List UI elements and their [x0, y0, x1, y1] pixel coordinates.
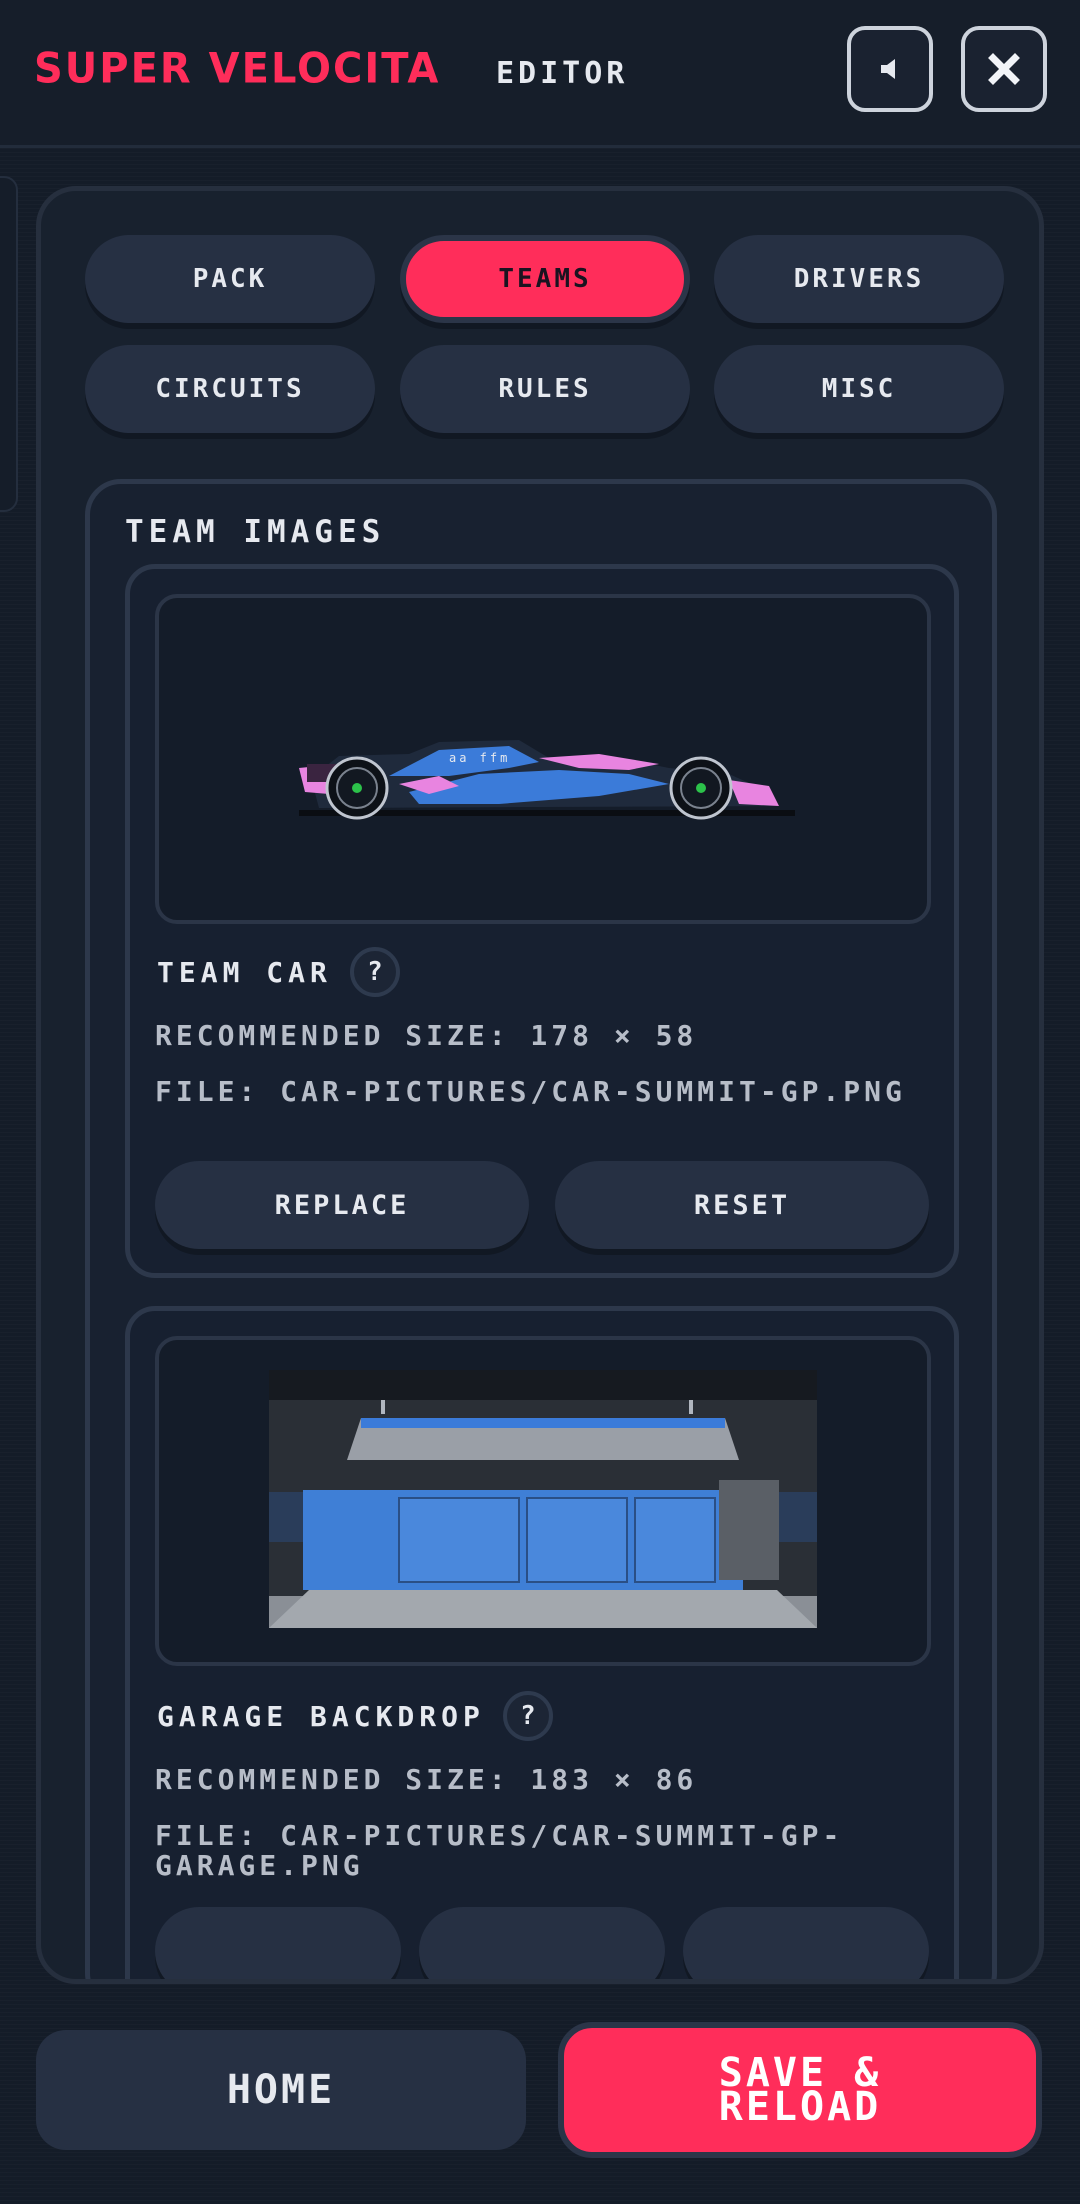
- help-button[interactable]: ?: [349, 947, 400, 997]
- tab-rules[interactable]: RULES: [400, 345, 690, 433]
- speaker-icon: [881, 59, 895, 79]
- tab-circuits[interactable]: CIRCUITS: [85, 345, 375, 433]
- garage-file: FILE: CAR-PICTURES/CAR-SUMMIT-GP-GARAGE.…: [155, 1819, 844, 1882]
- sound-toggle-button[interactable]: [847, 26, 933, 112]
- team-car-title-row: TEAM CAR ?: [157, 947, 400, 997]
- team-car-title: TEAM CAR: [157, 955, 332, 989]
- garage-preview: [155, 1336, 931, 1666]
- close-button[interactable]: [961, 26, 1047, 112]
- garage-title-row: GARAGE BACKDROP ?: [157, 1691, 553, 1741]
- garage-size: RECOMMENDED SIZE: 183 × 86: [155, 1763, 698, 1796]
- close-icon: [988, 53, 1020, 85]
- reset-button[interactable]: RESET: [555, 1161, 929, 1249]
- garage-backdrop-card: GARAGE BACKDROP ? RECOMMENDED SIZE: 183 …: [125, 1306, 959, 1979]
- team-car-card: aa ffm TEAM CAR ? RECOMMENDED SIZE: 178 …: [125, 564, 959, 1278]
- garage-action-button-1[interactable]: [155, 1907, 401, 1979]
- garage-action-button-3[interactable]: [683, 1907, 929, 1979]
- garage-action-button-2[interactable]: [419, 1907, 665, 1979]
- tab-misc[interactable]: MISC: [714, 345, 1004, 433]
- garage-title: GARAGE BACKDROP: [157, 1699, 485, 1733]
- team-car-file: FILE: CAR-PICTURES/CAR-SUMMIT-GP.PNG: [155, 1075, 906, 1108]
- tab-pack[interactable]: PACK: [85, 235, 375, 323]
- save-reload-button[interactable]: SAVE & RELOAD: [558, 2022, 1042, 2158]
- team-car-image: aa ffm: [299, 740, 795, 820]
- garage-backdrop-image: [269, 1370, 817, 1628]
- page-title: EDITOR: [496, 56, 629, 91]
- section-title: TEAM IMAGES: [125, 514, 386, 550]
- help-button[interactable]: ?: [502, 1691, 553, 1741]
- game-logo: SUPER VELOCITA: [34, 44, 441, 94]
- team-images-section: TEAM IMAGES aa ffm TEAM CAR ? RECOMMENDE…: [85, 479, 997, 1979]
- side-drawer-handle[interactable]: [0, 176, 18, 512]
- svg-text:aa ffm: aa ffm: [449, 751, 510, 765]
- replace-button[interactable]: REPLACE: [155, 1161, 529, 1249]
- home-button[interactable]: HOME: [36, 2030, 526, 2150]
- editor-panel: PACK TEAMS DRIVERS CIRCUITS RULES MISC T…: [36, 186, 1044, 1984]
- tab-teams[interactable]: TEAMS: [400, 235, 690, 323]
- team-car-size: RECOMMENDED SIZE: 178 × 58: [155, 1019, 698, 1052]
- top-bar: SUPER VELOCITA EDITOR: [0, 0, 1080, 148]
- team-car-preview: aa ffm: [155, 594, 931, 924]
- tab-drivers[interactable]: DRIVERS: [714, 235, 1004, 323]
